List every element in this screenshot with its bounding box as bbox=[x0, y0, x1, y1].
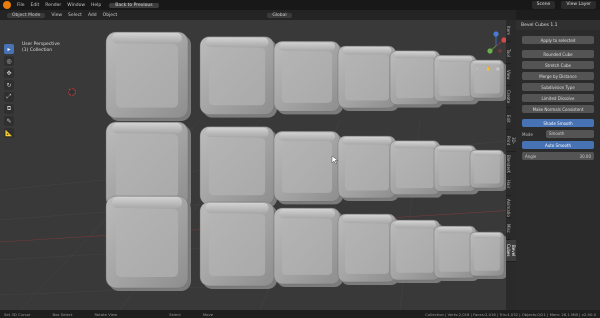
mode-label: Mode bbox=[522, 131, 533, 137]
cube-object[interactable] bbox=[199, 201, 277, 289]
zoom-icon[interactable]: ⌕ bbox=[476, 66, 478, 71]
tab-item[interactable]: Item bbox=[506, 20, 511, 42]
merge-by-distance-button[interactable]: Merge by Distance bbox=[522, 72, 594, 80]
cube-object[interactable] bbox=[105, 31, 191, 121]
collection-label: (1) Collection bbox=[22, 48, 53, 53]
tab-tool[interactable]: Tool bbox=[506, 42, 511, 64]
3d-viewport[interactable]: User Perspective (1) Collection ▸ ◎ ✥ ↻ … bbox=[0, 20, 516, 310]
cube-object[interactable] bbox=[469, 231, 507, 279]
mode-dropdown[interactable]: Object Mode bbox=[7, 12, 46, 18]
apply-to-selected-button[interactable]: Apply to selected bbox=[522, 36, 594, 44]
menu-help[interactable]: Help bbox=[91, 3, 101, 8]
angle-label: Angle bbox=[525, 153, 537, 159]
cube-object[interactable] bbox=[199, 126, 277, 208]
pan-icon[interactable]: ✋ bbox=[486, 66, 491, 71]
cube-object[interactable] bbox=[273, 131, 343, 205]
cursor-tool-icon[interactable]: ◎ bbox=[4, 56, 14, 66]
rotate-tool-icon[interactable]: ↻ bbox=[4, 80, 14, 90]
status-rotate-view: Rotate View bbox=[94, 311, 118, 317]
cube-grid bbox=[105, 31, 507, 291]
menu-object[interactable]: Object bbox=[103, 13, 118, 18]
menu-add[interactable]: Add bbox=[88, 13, 97, 18]
tab-bevel-cubes[interactable]: Bevel Cubes bbox=[506, 240, 516, 262]
cube-object[interactable] bbox=[105, 195, 191, 291]
angle-value: 30.00 bbox=[579, 153, 591, 159]
select-tool-icon[interactable]: ▸ bbox=[4, 44, 14, 54]
scene-statistics: Collection | Verts:2,016 | Faces:2,016 |… bbox=[425, 311, 596, 317]
shade-smooth-button[interactable]: Shade Smooth bbox=[522, 119, 594, 127]
mode-field[interactable]: Smooth bbox=[546, 130, 594, 138]
annotate-tool-icon[interactable]: ✎ bbox=[4, 116, 14, 126]
move-tool-icon[interactable]: ✥ bbox=[4, 68, 14, 78]
menu-edit[interactable]: Edit bbox=[31, 3, 40, 8]
transform-tool-icon[interactable]: ⧉ bbox=[4, 104, 14, 114]
cube-object[interactable] bbox=[273, 41, 343, 115]
menu-render[interactable]: Render bbox=[45, 3, 61, 8]
menu-view[interactable]: View bbox=[51, 13, 62, 18]
bevel-cubes-panel: Bevel Cubes 1.1 Apply to selected Rounde… bbox=[516, 20, 600, 310]
3d-cursor-icon[interactable] bbox=[67, 87, 77, 97]
navigation-gizmo[interactable] bbox=[487, 31, 507, 54]
measure-tool-icon[interactable]: 📐 bbox=[4, 128, 14, 138]
status-select: Select bbox=[169, 311, 181, 317]
sidebar-tabs: Item Tool View Create Edit 3D-Print Blen… bbox=[506, 20, 516, 310]
blender-logo-icon[interactable] bbox=[3, 1, 11, 9]
angle-field[interactable]: Angle 30.00 bbox=[522, 152, 594, 160]
tab-hair[interactable]: Hair bbox=[506, 174, 511, 196]
menu-select[interactable]: Select bbox=[68, 13, 82, 18]
rounded-cube-button[interactable]: Rounded Cube bbox=[522, 50, 594, 58]
panel-title[interactable]: Bevel Cubes 1.1 bbox=[516, 20, 600, 30]
status-move: Move bbox=[202, 311, 214, 317]
status-set-3d-cursor: Set 3D Cursor bbox=[4, 311, 31, 317]
tab-create[interactable]: Create bbox=[506, 86, 511, 108]
view-layer-field[interactable]: View Layer bbox=[561, 1, 596, 9]
mode-row: Mode Smooth bbox=[522, 130, 594, 138]
status-bar: Set 3D Cursor Box Select Rotate View Sel… bbox=[0, 310, 600, 318]
transform-orientation-dropdown[interactable]: Global bbox=[267, 12, 292, 18]
cube-object[interactable] bbox=[273, 207, 343, 287]
limited-dissolve-button[interactable]: Limited Dissolve bbox=[522, 94, 594, 102]
menu-file[interactable]: File bbox=[17, 3, 25, 8]
cube-object[interactable] bbox=[199, 36, 277, 118]
viewport-scene bbox=[0, 31, 516, 310]
scale-tool-icon[interactable]: ⤢ bbox=[4, 92, 14, 102]
camera-icon[interactable]: ▣ bbox=[496, 66, 500, 71]
back-to-previous-button[interactable]: Back to Previous bbox=[109, 2, 159, 8]
top-menu-bar: File Edit Render Window Help Back to Pre… bbox=[0, 0, 600, 10]
viewport-overlay-text: User Perspective (1) Collection bbox=[22, 42, 60, 54]
tab-edit[interactable]: Edit bbox=[506, 108, 511, 130]
tab-misc[interactable]: Misc bbox=[506, 218, 511, 240]
tab-animation[interactable]: Animation bbox=[506, 196, 511, 218]
cube-object[interactable] bbox=[469, 149, 507, 191]
subdivision-type-button[interactable]: Subdivision Type bbox=[522, 83, 594, 91]
menu-window[interactable]: Window bbox=[67, 3, 85, 8]
tab-3d-print[interactable]: 3D-Print bbox=[506, 130, 516, 152]
toolbar: ▸ ◎ ✥ ↻ ⤢ ⧉ ✎ 📐 bbox=[4, 44, 14, 138]
tab-blenderkit[interactable]: BlenderKit bbox=[506, 152, 511, 174]
stretch-cube-button[interactable]: Stretch Cube bbox=[522, 61, 594, 69]
tab-view[interactable]: View bbox=[506, 64, 511, 86]
scene-field[interactable]: Scene bbox=[531, 1, 556, 9]
auto-smooth-button[interactable]: Auto Smooth bbox=[522, 141, 594, 149]
viewport-header: Object Mode View Select Add Object Globa… bbox=[0, 10, 516, 20]
status-box-select: Box Select bbox=[52, 311, 73, 317]
make-normals-consistent-button[interactable]: Make Normals Consistent bbox=[522, 105, 594, 113]
